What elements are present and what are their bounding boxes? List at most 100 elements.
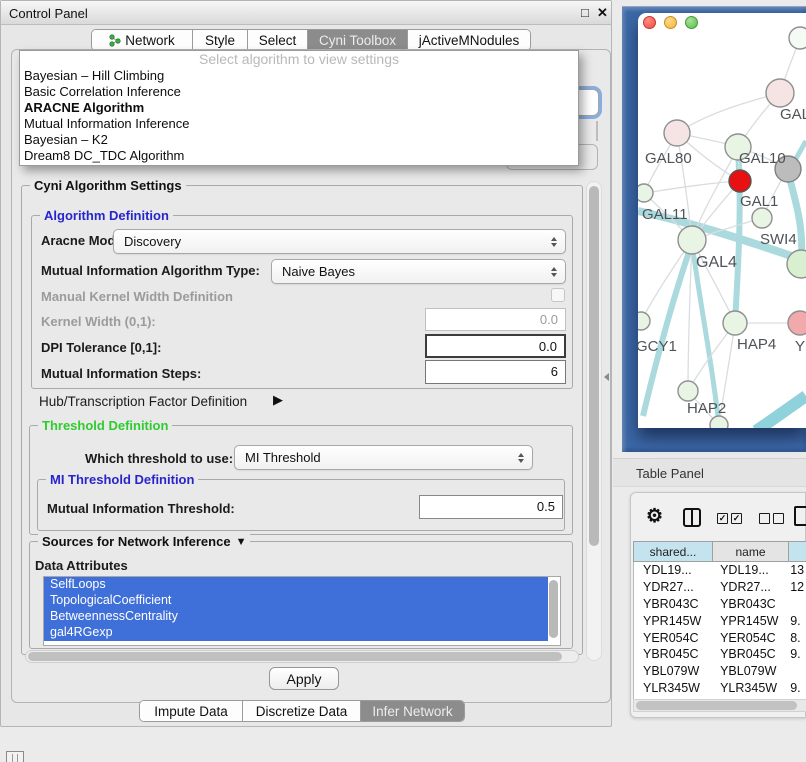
which-threshold-value: MI Threshold bbox=[245, 450, 321, 465]
list-item-gal4rgexp[interactable]: gal4RGexp bbox=[44, 625, 548, 641]
network-window: GAL GAL80 GAL10 GAL1 GAL11 SWI4 GAL4 GCY… bbox=[638, 13, 806, 428]
mi-steps-field[interactable]: 6 bbox=[425, 360, 566, 384]
combo-arrows-icon bbox=[551, 237, 557, 247]
which-threshold-label: Which threshold to use: bbox=[85, 451, 233, 466]
node-gal7[interactable] bbox=[766, 79, 794, 107]
table-hscrollbar[interactable] bbox=[633, 699, 806, 712]
control-panel-tabbar: Network Style Select Cyni Toolbox jActiv… bbox=[91, 29, 531, 51]
list-item-betweennesscentrality[interactable]: BetweennessCentrality bbox=[44, 609, 548, 625]
dropdown-item-mutual-information[interactable]: Mutual Information Inference bbox=[20, 116, 578, 132]
node-gal80[interactable] bbox=[664, 120, 690, 146]
manual-kernel-width-checkbox[interactable] bbox=[551, 288, 565, 302]
float-window-icon[interactable]: □ bbox=[581, 5, 589, 20]
table-row: YDL19...YDL19...13 bbox=[634, 562, 806, 579]
node-hap4[interactable] bbox=[723, 311, 747, 335]
control-panel-title: Control Panel bbox=[9, 6, 88, 21]
node-hap2[interactable] bbox=[678, 381, 698, 401]
table-hscrollbar-thumb[interactable] bbox=[636, 701, 797, 710]
bottom-tabbar: Impute Data Discretize Data Infer Networ… bbox=[139, 700, 465, 722]
network-view-frame[interactable]: GAL GAL80 GAL10 GAL1 GAL11 SWI4 GAL4 GCY… bbox=[622, 6, 806, 452]
tab-discretize-data[interactable]: Discretize Data bbox=[242, 701, 360, 721]
threshold-definition-title: Threshold Definition bbox=[38, 418, 172, 433]
mi-threshold-definition-title: MI Threshold Definition bbox=[46, 472, 198, 487]
dropdown-item-aracne[interactable]: ARACNE Algorithm bbox=[20, 100, 578, 116]
tab-infer-network[interactable]: Infer Network bbox=[360, 701, 464, 721]
mi-algorithm-type-combo[interactable]: Naive Bayes bbox=[271, 259, 566, 284]
table-row: YBR043CYBR043C bbox=[634, 596, 806, 613]
node-gal4[interactable] bbox=[678, 226, 706, 254]
apply-button[interactable]: Apply bbox=[269, 667, 339, 690]
column-header-partial[interactable] bbox=[789, 542, 806, 561]
which-threshold-combo[interactable]: MI Threshold bbox=[234, 445, 533, 470]
mi-threshold-label: Mutual Information Threshold: bbox=[47, 501, 235, 516]
tab-jactivemnodules[interactable]: jActiveMNodules bbox=[407, 30, 530, 50]
node-labels: GAL GAL80 GAL10 GAL1 GAL11 SWI4 GAL4 GCY… bbox=[638, 106, 806, 417]
node-bottom[interactable] bbox=[710, 416, 728, 428]
tab-network[interactable]: Network bbox=[92, 30, 192, 50]
table-panel-titlebar: Table Panel bbox=[613, 458, 806, 487]
kernel-width-field[interactable]: 0.0 bbox=[425, 308, 566, 331]
network-icon bbox=[109, 34, 121, 47]
mi-threshold-field[interactable]: 0.5 bbox=[419, 495, 563, 519]
select-all-check2-icon[interactable]: ✓ bbox=[731, 513, 742, 524]
columns-icon[interactable] bbox=[683, 508, 701, 527]
sources-collapse-arrow-icon[interactable]: ▼ bbox=[236, 536, 247, 548]
mi-algorithm-type-label: Mutual Information Algorithm Type: bbox=[41, 263, 260, 278]
network-canvas[interactable]: GAL GAL80 GAL10 GAL1 GAL11 SWI4 GAL4 GCY… bbox=[638, 13, 806, 428]
tab-cyni-toolbox[interactable]: Cyni Toolbox bbox=[307, 30, 407, 50]
node-gcy1[interactable] bbox=[638, 312, 650, 330]
label-gal10: GAL10 bbox=[739, 150, 786, 167]
settings-vscrollbar-thumb[interactable] bbox=[589, 186, 599, 546]
tab-network-label: Network bbox=[125, 33, 175, 48]
select-all-check-icon[interactable]: ✓ bbox=[717, 513, 728, 524]
minimized-panel-icon[interactable] bbox=[6, 751, 24, 762]
close-icon[interactable]: ✕ bbox=[597, 5, 608, 21]
node-swi4[interactable] bbox=[752, 208, 772, 228]
tab-impute-data[interactable]: Impute Data bbox=[140, 701, 242, 721]
label-gal80: GAL80 bbox=[645, 150, 692, 167]
splitpane-collapse-arrow[interactable] bbox=[604, 373, 609, 381]
gear-icon[interactable]: ⚙ bbox=[646, 505, 663, 528]
label-swi4: SWI4 bbox=[760, 231, 797, 248]
dropdown-item-bayesian-k2[interactable]: Bayesian – K2 bbox=[20, 132, 578, 148]
mi-algorithm-type-value: Naive Bayes bbox=[282, 264, 355, 279]
hub-expand-arrow-icon[interactable]: ▶ bbox=[273, 392, 283, 408]
column-header-name[interactable]: name bbox=[713, 542, 789, 561]
deselect-box2-icon[interactable] bbox=[773, 513, 784, 524]
dropdown-item-basic-correlation[interactable]: Basic Correlation Inference bbox=[20, 84, 578, 100]
data-attributes-list[interactable]: SelfLoops TopologicalCoefficient Between… bbox=[43, 576, 561, 646]
column-header-shared-name[interactable]: shared... bbox=[634, 542, 713, 561]
dropdown-placeholder: Select algorithm to view settings bbox=[20, 51, 578, 68]
kernel-width-label: Kernel Width (0,1): bbox=[41, 314, 156, 329]
sources-title: Sources for Network Inference ▼ bbox=[38, 534, 250, 549]
table-row: YER054CYER054C8. bbox=[634, 629, 806, 646]
aracne-mode-combo[interactable]: Discovery bbox=[113, 229, 566, 254]
label-gal1: GAL1 bbox=[740, 193, 778, 210]
dropdown-item-bayesian-hill[interactable]: Bayesian – Hill Climbing bbox=[20, 68, 578, 84]
node-top-partial[interactable] bbox=[789, 27, 806, 49]
hub-section-label: Hub/Transcription Factor Definition bbox=[39, 394, 247, 409]
node-y-partial[interactable] bbox=[788, 311, 806, 335]
tab-style[interactable]: Style bbox=[192, 30, 247, 50]
dpi-tolerance-field[interactable]: 0.0 bbox=[425, 334, 566, 358]
label-gal7: GAL bbox=[780, 106, 806, 123]
table-body[interactable]: YDL19...YDL19...13 YDR27...YDR27...12 YB… bbox=[633, 562, 806, 699]
settings-hscrollbar-thumb[interactable] bbox=[28, 652, 562, 661]
node-gal11[interactable] bbox=[638, 184, 653, 202]
list-item-selfloops[interactable]: SelfLoops bbox=[44, 577, 548, 593]
algorithm-definition-title: Algorithm Definition bbox=[40, 208, 173, 223]
export-table-icon[interactable] bbox=[794, 506, 806, 526]
tab-select[interactable]: Select bbox=[247, 30, 307, 50]
algorithm-dropdown-popup: Select algorithm to view settings Bayesi… bbox=[19, 50, 579, 166]
dropdown-item-dream8[interactable]: Dream8 DC_TDC Algorithm bbox=[20, 148, 578, 164]
settings-vscrollbar[interactable] bbox=[586, 181, 602, 661]
label-gcy1: GCY1 bbox=[638, 338, 677, 355]
node-gal1[interactable] bbox=[729, 170, 751, 192]
list-scrollbar-thumb[interactable] bbox=[549, 580, 558, 638]
list-item-topologicalcoefficient[interactable]: TopologicalCoefficient bbox=[44, 593, 548, 609]
table-panel-title: Table Panel bbox=[636, 466, 704, 481]
table-row: YDR27...YDR27...12 bbox=[634, 579, 806, 596]
settings-hscrollbar[interactable] bbox=[25, 650, 579, 663]
deselect-box-icon[interactable] bbox=[759, 513, 770, 524]
table-toolbar: ⚙ ✓ ✓ bbox=[631, 493, 806, 539]
